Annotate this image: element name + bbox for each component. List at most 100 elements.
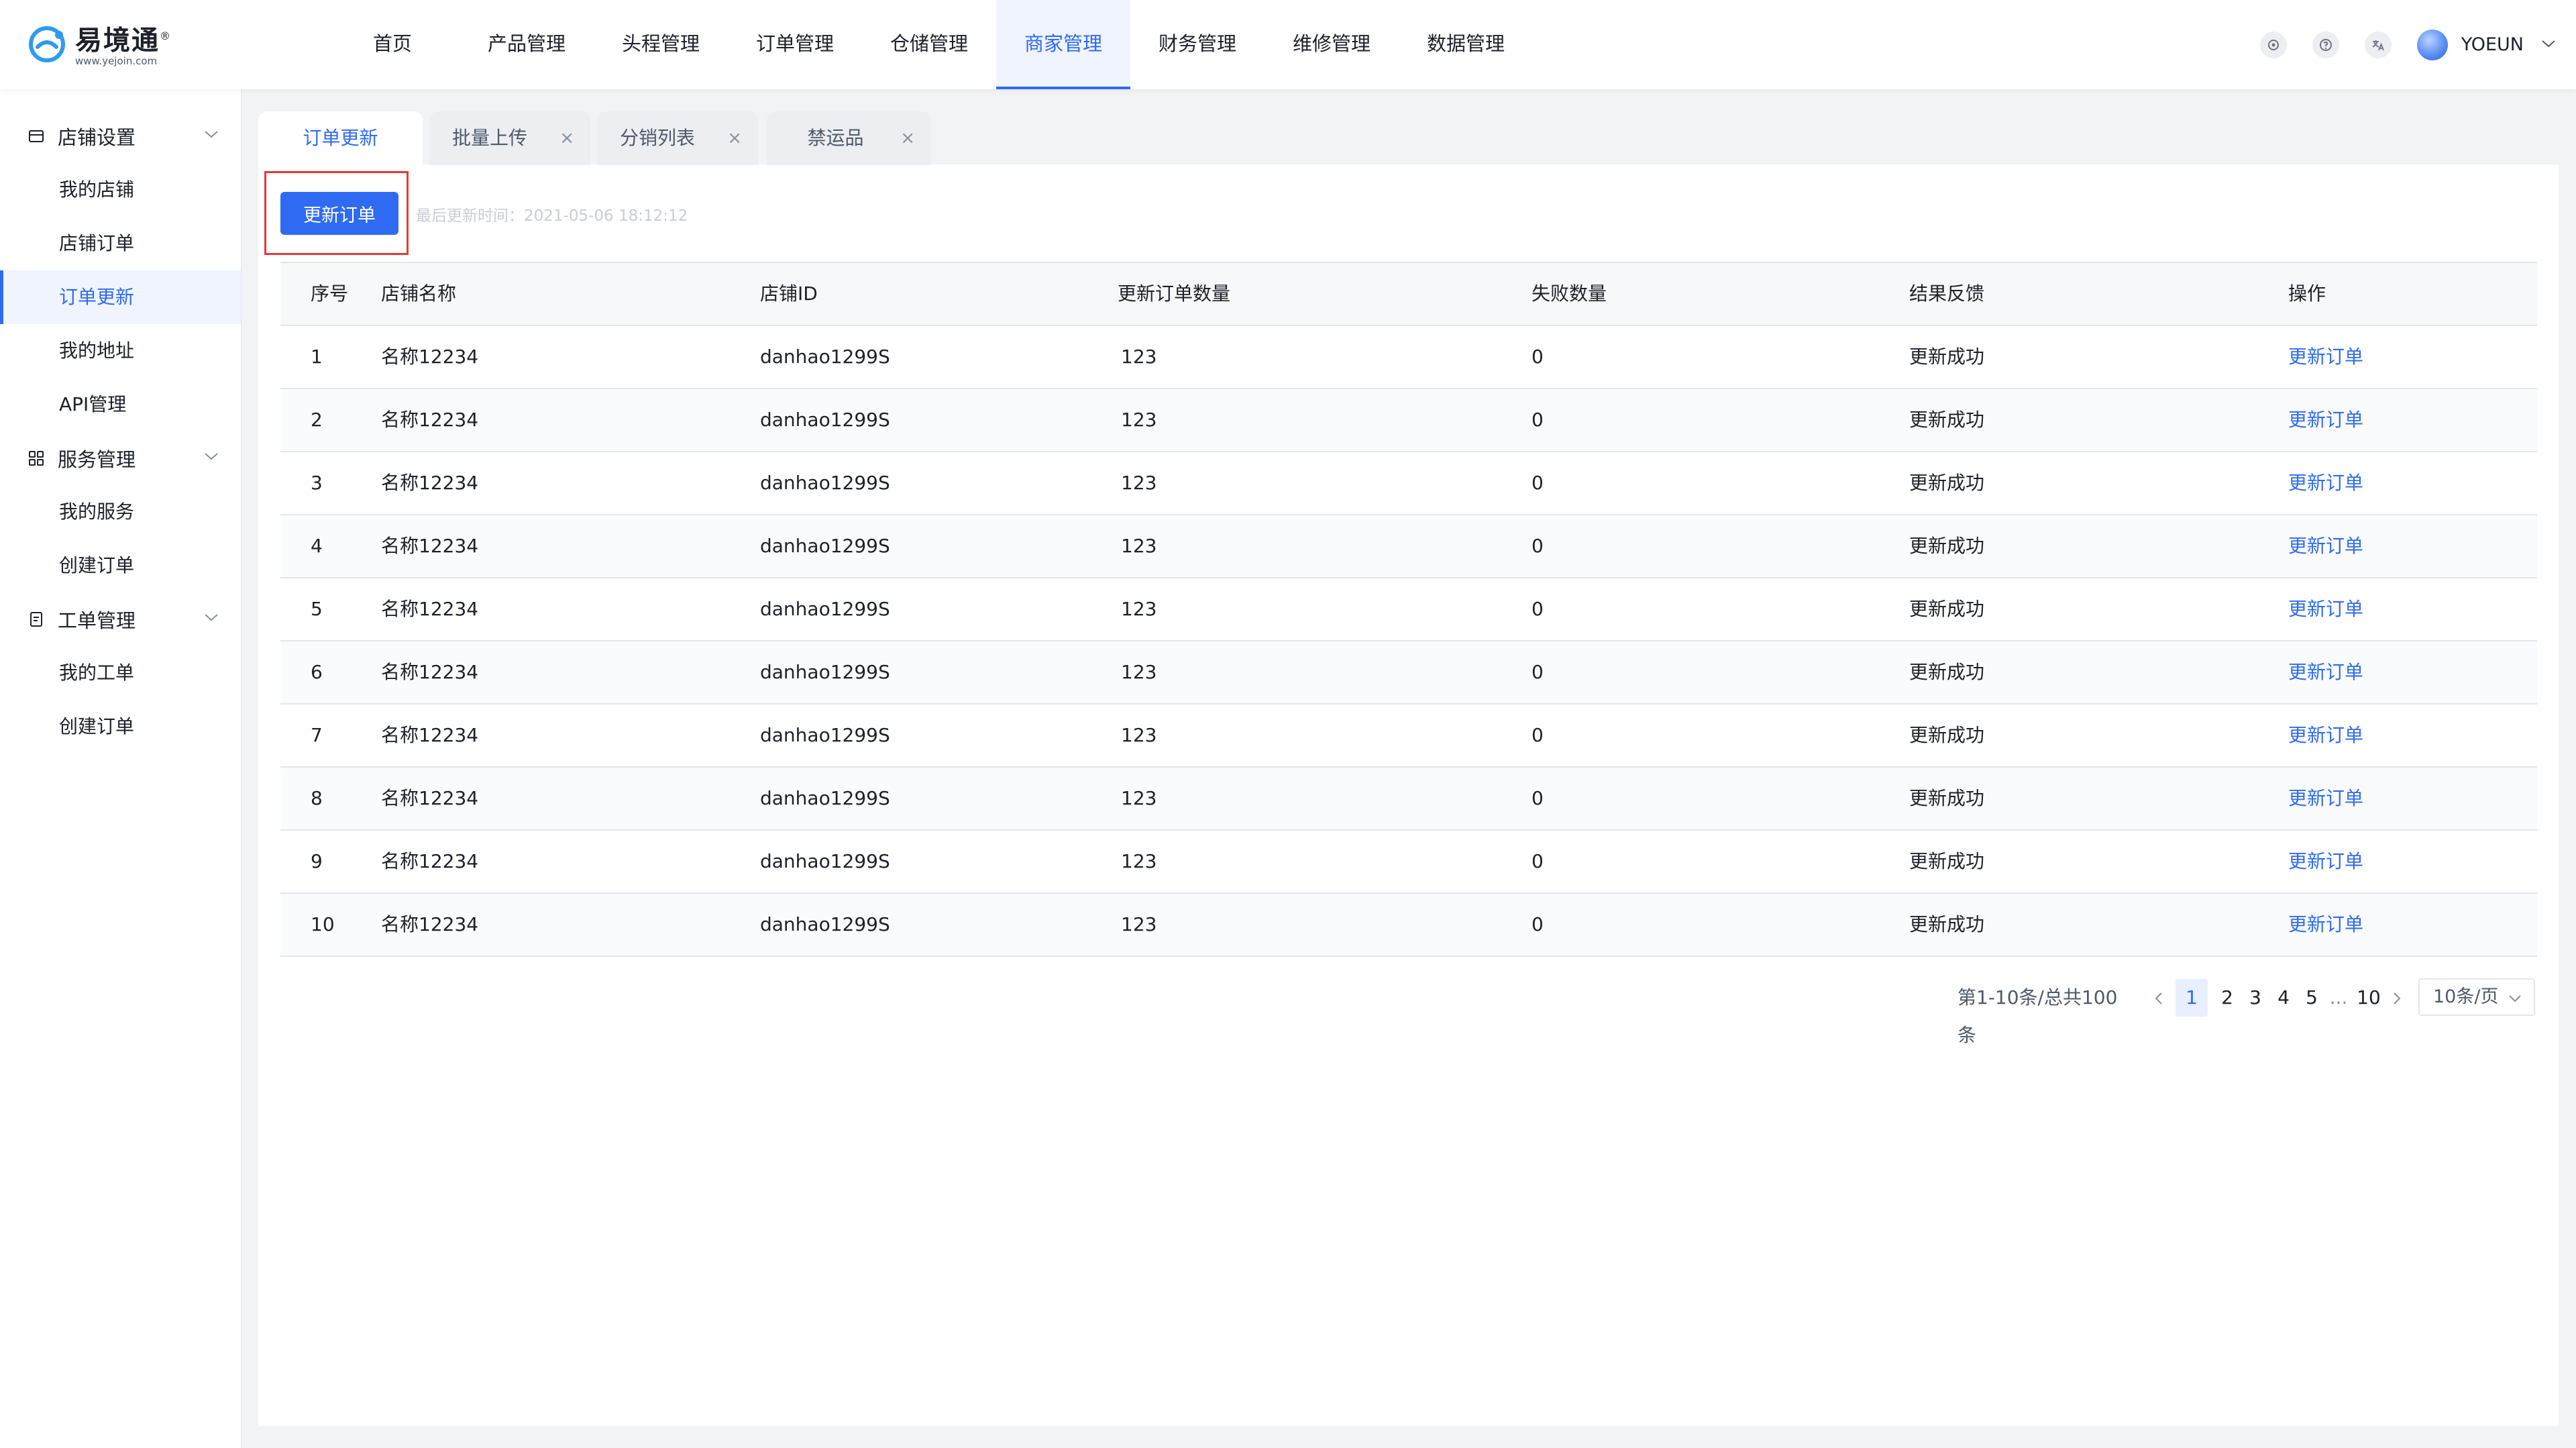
cell-store-id: danhao1299S (760, 346, 890, 368)
page-1[interactable]: 1 (2176, 979, 2208, 1017)
cell-fail-count: 0 (1532, 913, 1544, 935)
cell-index: 10 (311, 913, 335, 935)
page-3[interactable]: 3 (2242, 979, 2269, 1017)
grid-icon (29, 451, 44, 466)
table-row: 1 名称12234 danhao1299S 123 0 更新成功 更新订单 (280, 325, 2537, 388)
update-order-link[interactable]: 更新订单 (2288, 831, 2363, 892)
cell-index: 5 (311, 598, 323, 620)
cell-store-id: danhao1299S (760, 787, 890, 809)
cell-result: 更新成功 (1909, 850, 1985, 872)
close-icon[interactable]: × (559, 111, 574, 165)
page-size-select[interactable]: 10条/页 (2418, 978, 2535, 1016)
page-ellipsis[interactable]: ... (2325, 979, 2352, 1017)
tab-order-update[interactable]: 订单更新 (258, 111, 423, 165)
sidebar-group-services[interactable]: 服务管理 (0, 431, 241, 485)
page-5[interactable]: 5 (2298, 979, 2325, 1017)
sidebar-item-my-store[interactable]: 我的店铺 (0, 163, 241, 217)
table-row: 4 名称12234 danhao1299S 123 0 更新成功 更新订单 (280, 514, 2537, 577)
translate-icon[interactable] (2364, 31, 2392, 58)
nav-item-data[interactable]: 数据管理 (1399, 0, 1533, 89)
sidebar-item-order-update[interactable]: 订单更新 (0, 270, 241, 324)
update-order-link[interactable]: 更新订单 (2288, 578, 2363, 640)
nav-item-repair[interactable]: 维修管理 (1265, 0, 1399, 89)
brand-name: 易境通® (75, 25, 172, 56)
chevron-down-icon (2509, 995, 2521, 1002)
help-icon[interactable] (2312, 31, 2339, 58)
column-header: 失败数量 (1532, 282, 1607, 305)
cell-update-count: 123 (1121, 535, 1157, 557)
settings-icon[interactable] (2259, 31, 2287, 58)
next-page-icon[interactable] (2388, 979, 2406, 1017)
cell-index: 2 (311, 409, 323, 431)
prev-page-icon[interactable] (2150, 979, 2167, 1017)
sidebar-item-my-services[interactable]: 我的服务 (0, 485, 241, 539)
nav-item-merchants[interactable]: 商家管理 (996, 0, 1130, 89)
cell-result: 更新成功 (1909, 913, 1985, 935)
cell-store-name: 名称12234 (381, 409, 479, 431)
page-2[interactable]: 2 (2214, 979, 2241, 1017)
tab-distribution-list[interactable]: 分销列表 × (597, 111, 758, 165)
cell-store-id: danhao1299S (760, 661, 890, 683)
update-order-link[interactable]: 更新订单 (2288, 389, 2363, 451)
cell-fail-count: 0 (1532, 850, 1544, 872)
cell-store-name: 名称12234 (381, 787, 479, 809)
pagination-summary: 第1-10条/总共100条 (1957, 986, 2118, 1046)
cell-store-id: danhao1299S (760, 850, 890, 872)
page-10[interactable]: 10 (2353, 979, 2384, 1017)
cell-store-name: 名称12234 (381, 472, 479, 494)
nav-item-products[interactable]: 产品管理 (460, 0, 594, 89)
column-header: 店铺名称 (381, 282, 457, 305)
cell-store-id: danhao1299S (760, 913, 890, 935)
page-4[interactable]: 4 (2270, 979, 2297, 1017)
top-header: 易境通® www.yejoin.com 首页 产品管理 头程管理 订单管理 仓储… (0, 0, 2576, 89)
nav-item-first-leg[interactable]: 头程管理 (594, 0, 728, 89)
brand-logo[interactable]: 易境通® www.yejoin.com (27, 19, 172, 70)
chevron-down-icon (205, 614, 218, 621)
sidebar-item-store-orders[interactable]: 店铺订单 (0, 217, 241, 270)
cell-result: 更新成功 (1909, 409, 1985, 431)
order-update-table: 序号 店铺名称 店铺ID 更新订单数量 失败数量 结果反馈 操作 1 名称122… (280, 262, 2537, 957)
update-order-link[interactable]: 更新订单 (2288, 894, 2363, 955)
sidebar-group-tickets[interactable]: 工单管理 (0, 592, 241, 646)
update-order-link[interactable]: 更新订单 (2288, 326, 2363, 388)
last-update-time: 最后更新时间：2021-05-06 18:12:12 (416, 207, 688, 225)
cell-update-count: 123 (1121, 472, 1157, 494)
cell-store-name: 名称12234 (381, 598, 479, 620)
table-row: 5 名称12234 danhao1299S 123 0 更新成功 更新订单 (280, 577, 2537, 640)
nav-item-home[interactable]: 首页 (325, 0, 460, 89)
chevron-down-icon[interactable] (2541, 38, 2556, 51)
close-icon[interactable]: × (727, 111, 742, 165)
sidebar-item-create-ticket-order[interactable]: 创建订单 (0, 700, 241, 754)
tab-batch-upload[interactable]: 批量上传 × (429, 111, 590, 165)
avatar[interactable] (2416, 29, 2448, 60)
nav-item-warehouse[interactable]: 仓储管理 (862, 0, 996, 89)
sidebar-item-create-order[interactable]: 创建订单 (0, 539, 241, 592)
table-row: 3 名称12234 danhao1299S 123 0 更新成功 更新订单 (280, 451, 2537, 514)
cell-store-id: danhao1299S (760, 598, 890, 620)
sidebar-group-title: 店铺设置 (58, 126, 136, 149)
update-order-link[interactable]: 更新订单 (2288, 641, 2363, 703)
sidebar-group-store-settings[interactable]: 店铺设置 (0, 109, 241, 163)
cell-fail-count: 0 (1532, 787, 1544, 809)
cell-store-name: 名称12234 (381, 724, 479, 746)
brand-url: www.yejoin.com (75, 55, 158, 68)
sidebar-item-my-tickets[interactable]: 我的工单 (0, 646, 241, 700)
tab-contraband[interactable]: 禁运品 × (767, 111, 931, 165)
nav-item-orders[interactable]: 订单管理 (728, 0, 862, 89)
cell-update-count: 123 (1121, 787, 1157, 809)
update-order-link[interactable]: 更新订单 (2288, 705, 2363, 766)
logo-icon (27, 23, 70, 66)
nav-item-finance[interactable]: 财务管理 (1130, 0, 1265, 89)
sidebar-group-title: 服务管理 (58, 448, 136, 471)
cell-fail-count: 0 (1532, 598, 1544, 620)
sidebar-item-my-address[interactable]: 我的地址 (0, 324, 241, 378)
update-order-link[interactable]: 更新订单 (2288, 452, 2363, 514)
update-order-link[interactable]: 更新订单 (2288, 515, 2363, 577)
update-order-link[interactable]: 更新订单 (2288, 768, 2363, 829)
cell-store-id: danhao1299S (760, 535, 890, 557)
sidebar-item-api[interactable]: API管理 (0, 378, 241, 431)
close-icon[interactable]: × (900, 111, 915, 165)
username[interactable]: YOEUN (2461, 34, 2524, 55)
update-orders-button[interactable]: 更新订单 (280, 192, 398, 235)
cell-index: 6 (311, 661, 323, 683)
